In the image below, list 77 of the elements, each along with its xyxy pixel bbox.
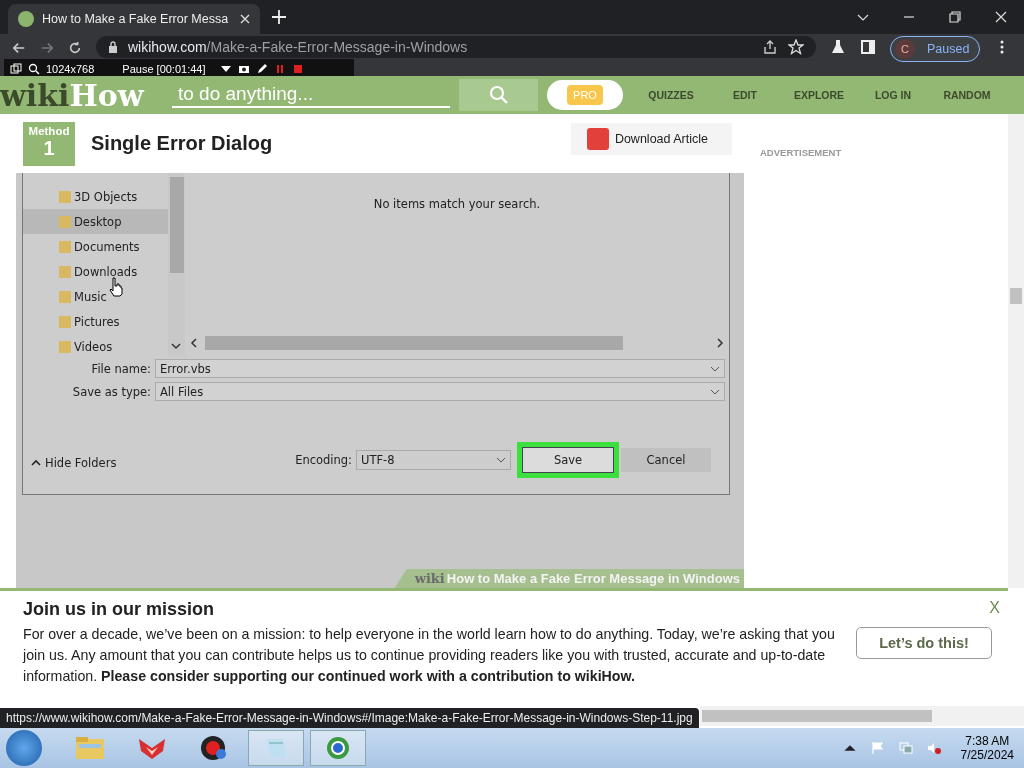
banner-title: Join us in our mission <box>23 599 216 620</box>
folder-item[interactable]: Documents <box>23 234 168 259</box>
recording-size: 1024x768 <box>46 62 95 75</box>
speaker-muted-icon[interactable] <box>926 741 941 755</box>
folder-icon <box>59 190 71 203</box>
save-type-dropdown[interactable]: All Files <box>155 382 725 401</box>
encoding-dropdown[interactable]: UTF-8 <box>356 450 511 470</box>
close-icon[interactable] <box>240 14 250 24</box>
cancel-button[interactable]: Cancel <box>621 448 711 472</box>
scrollbar[interactable] <box>168 173 185 357</box>
save-button[interactable]: Save <box>522 447 614 473</box>
banner-text: For over a decade, we’ve been on a mission: to help everyone in the world learn how to do anything. Today, we’re asking that you join us. Any amount that you can contribute helps us to continue providing readers like you with trusted, accurate and up-to-date information. Please consider supporting our continued work with a contribution to wikiHow. <box>23 625 835 686</box>
folder-icon <box>59 265 71 278</box>
nav-link[interactable]: RANDOM <box>930 89 1004 101</box>
share-icon[interactable] <box>762 39 778 55</box>
method-badge: Method 1 <box>23 121 75 166</box>
recording-timer: Pause [00:01:44] <box>122 62 206 75</box>
chevron-right-icon[interactable] <box>715 338 725 348</box>
forward-arrow-icon[interactable] <box>40 41 54 55</box>
browser-globe-icon[interactable] <box>310 730 366 766</box>
folder-icon <box>59 315 71 328</box>
restore-icon[interactable] <box>949 11 961 23</box>
search-icon <box>488 85 509 105</box>
nav-link[interactable]: LOG IN <box>856 89 930 101</box>
download-article-button[interactable]: Download Article <box>570 122 732 155</box>
flask-icon[interactable] <box>830 39 846 55</box>
clock[interactable]: 7:38 AM 7/25/2024 <box>960 734 1014 762</box>
donate-button[interactable]: Let’s do this! <box>856 627 992 659</box>
scrollbar[interactable] <box>700 706 1024 726</box>
advertisement-label: ADVERTISEMENT <box>760 147 842 158</box>
search-field[interactable]: to do anything... <box>172 82 450 108</box>
file-name-label: File name: <box>90 361 152 376</box>
section-title: Single Error Dialog <box>91 132 273 155</box>
browser-tab[interactable]: How to Make a Fake Error Messa <box>8 4 260 34</box>
folder-item[interactable]: 3D Objects <box>23 184 168 209</box>
site-favicon-icon <box>18 11 34 27</box>
folder-item[interactable]: Videos <box>23 334 168 359</box>
hand-cursor-icon <box>109 277 123 297</box>
encoding-label: Encoding: <box>295 453 352 467</box>
save-type-label: Save as type: <box>71 384 152 399</box>
folder-item[interactable]: Music <box>23 284 168 309</box>
zoom-icon[interactable] <box>28 62 40 75</box>
chevron-down-icon <box>496 455 506 465</box>
address-bar[interactable]: wikihow.com/Make-a-Fake-Error-Message-in-Windows <box>96 36 816 58</box>
folder-item[interactable]: Desktop <box>23 209 168 234</box>
nav-link[interactable]: QUIZZES <box>634 89 708 101</box>
chevron-left-icon[interactable] <box>189 338 199 348</box>
folder-item[interactable]: Downloads <box>23 259 168 284</box>
close-icon[interactable] <box>995 11 1007 23</box>
scrollbar[interactable] <box>1008 114 1024 588</box>
image-caption: wikiHow to Make a Fake Error Message in Windows <box>394 569 744 588</box>
folder-icon <box>59 240 71 253</box>
pdf-icon <box>586 127 609 150</box>
side-panel-icon[interactable] <box>860 39 876 55</box>
close-button[interactable]: X <box>989 599 1000 617</box>
star-icon[interactable] <box>788 39 804 55</box>
chevron-up-icon <box>31 458 41 468</box>
folder-icon <box>59 215 71 228</box>
nav-link[interactable]: EDIT <box>708 89 782 101</box>
status-url: https://www.wikihow.com/Make-a-Fake-Error-Message-in-Windows#/Image:Make-a-Fake-Error-Message-in-Windows-Step-11.jpg <box>0 708 699 728</box>
reload-icon[interactable] <box>68 41 82 55</box>
folder-icon <box>59 340 71 353</box>
start-button[interactable] <box>6 730 42 766</box>
nav-link[interactable]: EXPLORE <box>782 89 856 101</box>
new-tab-icon[interactable] <box>272 10 286 24</box>
stop-icon[interactable] <box>291 62 304 75</box>
back-arrow-icon[interactable] <box>12 41 26 55</box>
lock-icon <box>108 41 118 53</box>
profile-button[interactable]: C Paused <box>890 36 981 62</box>
empty-message: No items match your search. <box>373 197 541 211</box>
folder-item[interactable]: Pictures <box>23 309 168 334</box>
hide-folders-button[interactable]: Hide Folders <box>31 456 117 470</box>
file-name-field[interactable]: Error.vbs <box>155 359 725 378</box>
site-logo[interactable]: wikiHow <box>0 77 168 113</box>
pro-badge: PRO <box>567 85 603 105</box>
folder-icon <box>59 290 71 303</box>
chevron-down-icon[interactable] <box>171 341 181 351</box>
